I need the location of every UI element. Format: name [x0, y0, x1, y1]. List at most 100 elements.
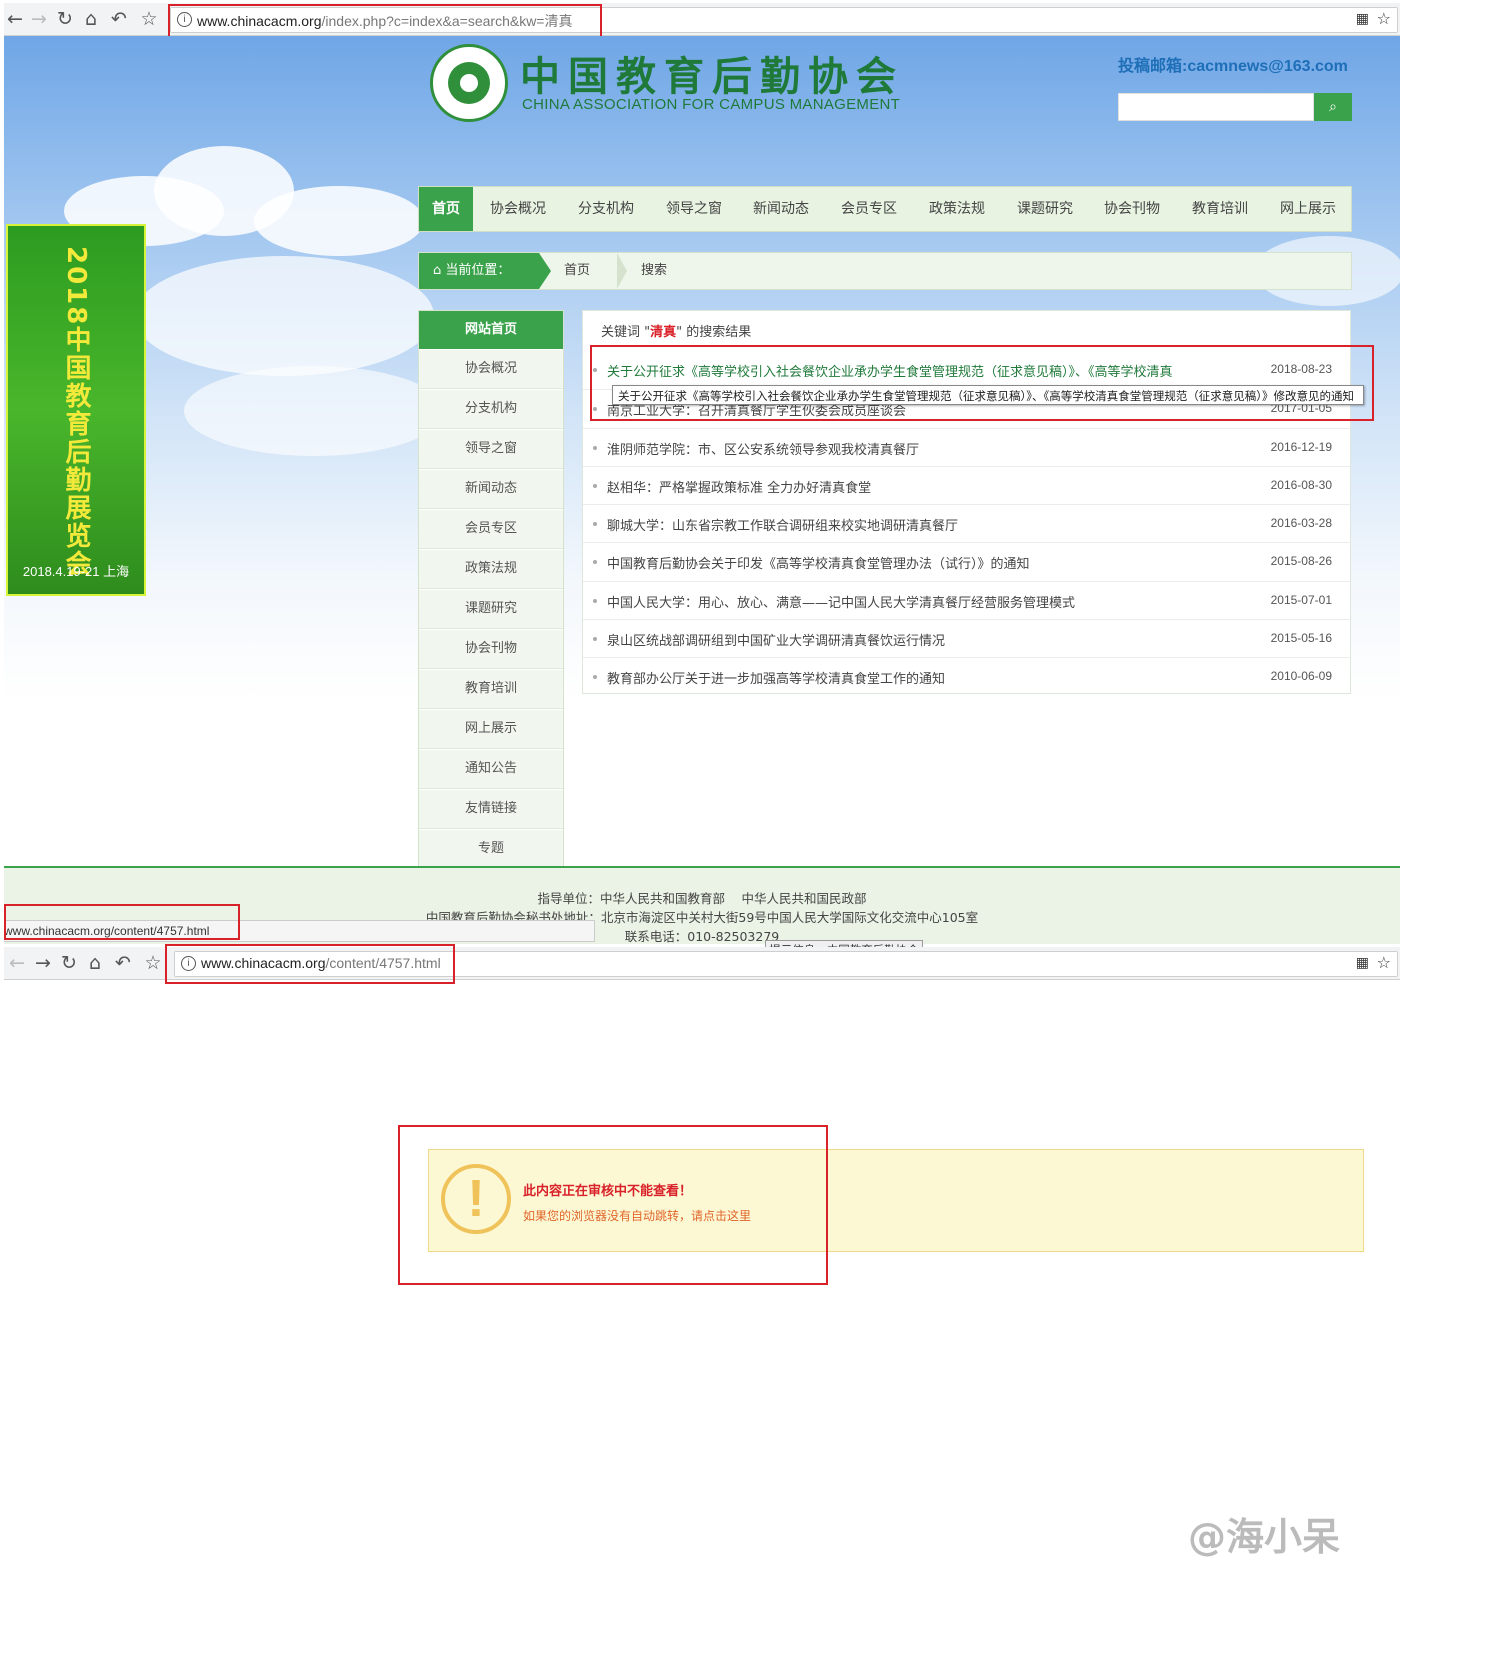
reload-icon[interactable]: ↻ — [58, 952, 80, 974]
banner-date: 2018.4.19-21 上海 — [22, 564, 130, 579]
result-date: 2016-03-28 — [1270, 516, 1332, 530]
nav-item[interactable]: 领导之窗 — [666, 187, 722, 231]
review-notice: ! 此内容正在审核中不能查看！ 如果您的浏览器没有自动跳转，请点击这里 — [428, 1149, 1364, 1252]
sidebar-item[interactable]: 分支机构 — [419, 389, 563, 429]
breadcrumb: ⌂ 当前位置： 首页 搜索 — [418, 252, 1352, 290]
redirect-link[interactable]: 如果您的浏览器没有自动跳转，请点击这里 — [523, 1207, 751, 1224]
nav-item[interactable]: 政策法规 — [929, 187, 985, 231]
nav-item[interactable]: 协会概况 — [490, 187, 546, 231]
sidebar-item[interactable]: 教育培训 — [419, 669, 563, 709]
link-tooltip: 关于公开征求《高等学校引入社会餐饮企业承办学生食堂管理规范（征求意见稿）》、《高… — [612, 385, 1364, 405]
browser-toolbar-1: ← → ↻ ⌂ ↶ ☆ i www.chinacacm.org/index.ph… — [4, 3, 1400, 36]
undo-icon[interactable]: ↶ — [108, 8, 130, 30]
reload-icon[interactable]: ↻ — [54, 8, 76, 30]
result-date: 2016-08-30 — [1270, 478, 1332, 492]
sidebar-item[interactable]: 友情链接 — [419, 789, 563, 829]
result-title[interactable]: 中国教育后勤协会关于印发《高等学校清真食堂管理办法（试行）》的通知 — [607, 553, 1030, 572]
home-icon[interactable]: ⌂ — [80, 8, 102, 30]
sidebar-item[interactable]: 新闻动态 — [419, 469, 563, 509]
result-row[interactable]: 中国教育后勤协会关于印发《高等学校清真食堂管理办法（试行）》的通知 2015-08… — [583, 542, 1350, 581]
result-date: 2015-07-01 — [1270, 593, 1332, 607]
home-icon[interactable]: ⌂ — [84, 952, 106, 974]
undo-icon[interactable]: ↶ — [112, 952, 134, 974]
nav-item[interactable]: 会员专区 — [841, 187, 897, 231]
sidebar-item[interactable]: 通知公告 — [419, 749, 563, 789]
result-title[interactable]: 关于公开征求《高等学校引入社会餐饮企业承办学生食堂管理规范（征求意见稿）》、《高… — [607, 361, 1173, 380]
browser-toolbar-2: ← → ↻ ⌂ ↶ ☆ i www.chinacacm.org/content/… — [4, 947, 1400, 980]
notice-title: 此内容正在审核中不能查看！ — [523, 1184, 693, 1199]
sidebar-item[interactable]: 网上展示 — [419, 709, 563, 749]
nav-item[interactable]: 教育培训 — [1192, 187, 1248, 231]
sidebar-item[interactable]: 课题研究 — [419, 589, 563, 629]
expo-banner[interactable]: 2018中国教育后勤展览会 2018.4.19-21 上海 — [6, 224, 146, 596]
result-row[interactable]: 淮阴师范学院：市、区公安系统领导参观我校清真餐厅 2016-12-19 — [583, 428, 1350, 467]
site-search-input[interactable] — [1118, 93, 1314, 121]
bookmark-star-icon[interactable]: ☆ — [138, 8, 160, 30]
star-icon[interactable]: ☆ — [1377, 953, 1391, 972]
result-title[interactable]: 赵相华：严格掌握政策标准 全力办好清真食堂 — [607, 477, 871, 496]
address-bar[interactable]: i www.chinacacm.org/content/4757.html ▦ … — [174, 951, 1398, 977]
sidebar-item[interactable]: 会员专区 — [419, 509, 563, 549]
result-title[interactable]: 淮阴师范学院：市、区公安系统领导参观我校清真餐厅 — [607, 439, 919, 458]
sidebar-item[interactable]: 政策法规 — [419, 549, 563, 589]
site-title-cn: 中国教育后勤协会 — [520, 53, 904, 100]
banner-title: 2018中国教育后勤展览会 — [61, 246, 91, 579]
back-icon[interactable]: ← — [6, 952, 28, 974]
site-title-en: CHINA ASSOCIATION FOR CAMPUS MANAGEMENT — [522, 96, 901, 113]
sidebar-item[interactable]: 协会概况 — [419, 349, 563, 389]
nav-item[interactable]: 网上展示 — [1280, 187, 1336, 231]
result-date: 2010-06-09 — [1270, 669, 1332, 683]
sidebar-item[interactable]: 协会刊物 — [419, 629, 563, 669]
result-row[interactable]: 教育部办公厅关于进一步加强高等学校清真食堂工作的通知 2010-06-09 — [583, 657, 1350, 696]
address-bar[interactable]: i www.chinacacm.org/index.php?c=index&a=… — [170, 7, 1398, 33]
nav-item[interactable]: 新闻动态 — [753, 187, 809, 231]
home-icon: ⌂ — [433, 263, 446, 278]
address-url: www.chinacacm.org/index.php?c=index&a=se… — [197, 13, 573, 29]
info-icon[interactable]: i — [181, 956, 196, 971]
qr-code-icon[interactable]: ▦ — [1356, 11, 1369, 27]
search-icon: ⌕ — [1329, 99, 1337, 115]
status-bar-url: www.chinacacm.org/content/4757.html — [4, 920, 595, 942]
result-title[interactable]: 教育部办公厅关于进一步加强高等学校清真食堂工作的通知 — [607, 668, 945, 687]
sidebar: 网站首页 协会概况 分支机构 领导之窗 新闻动态 会员专区 政策法规 课题研究 … — [418, 310, 564, 870]
forward-icon[interactable]: → — [28, 8, 50, 30]
result-date: 2018-08-23 — [1270, 362, 1332, 376]
result-row[interactable]: 赵相华：严格掌握政策标准 全力办好清真食堂 2016-08-30 — [583, 466, 1350, 505]
result-date: 2015-05-16 — [1270, 631, 1332, 645]
sidebar-item[interactable]: 专题 — [419, 829, 563, 869]
qr-code-icon[interactable]: ▦ — [1356, 955, 1369, 971]
footer-sponsors: 指导单位：中华人民共和国教育部 中华人民共和国民政部 — [537, 891, 867, 906]
submission-email: 投稿邮箱:cacmnews@163.com — [1118, 58, 1348, 75]
search-button[interactable]: ⌕ — [1314, 93, 1352, 121]
result-row[interactable]: 关于公开征求《高等学校引入社会餐饮企业承办学生食堂管理规范（征求意见稿）》、《高… — [583, 351, 1350, 389]
result-date: 2015-08-26 — [1270, 554, 1332, 568]
result-title[interactable]: 泉山区统战部调研组到中国矿业大学调研清真餐饮运行情况 — [607, 630, 945, 649]
search-keyword-line: 关键词 "清真" 的搜索结果 — [601, 325, 752, 340]
nav-item[interactable]: 课题研究 — [1017, 187, 1073, 231]
breadcrumb-search: 搜索 — [641, 263, 668, 278]
watermark: @海小呆 — [1188, 1515, 1341, 1559]
result-row[interactable]: 聊城大学：山东省宗教工作联合调研组来校实地调研清真餐厅 2016-03-28 — [583, 504, 1350, 543]
search-results: 关键词 "清真" 的搜索结果 关于公开征求《高等学校引入社会餐饮企业承办学生食堂… — [582, 310, 1351, 694]
result-row[interactable]: 泉山区统战部调研组到中国矿业大学调研清真餐饮运行情况 2015-05-16 — [583, 619, 1350, 658]
breadcrumb-home[interactable]: 首页 — [564, 253, 590, 289]
sidebar-item[interactable]: 领导之窗 — [419, 429, 563, 469]
warning-icon: ! — [441, 1164, 511, 1234]
result-row[interactable]: 中国人民大学：用心、放心、满意——记中国人民大学清真餐厅经营服务管理模式 2015… — [583, 581, 1350, 620]
association-logo[interactable] — [430, 44, 508, 122]
address-url: www.chinacacm.org/content/4757.html — [201, 955, 441, 971]
result-title[interactable]: 中国人民大学：用心、放心、满意——记中国人民大学清真餐厅经营服务管理模式 — [607, 592, 1075, 611]
forward-icon[interactable]: → — [32, 952, 54, 974]
sidebar-header[interactable]: 网站首页 — [419, 311, 563, 349]
result-date: 2016-12-19 — [1270, 440, 1332, 454]
breadcrumb-label: ⌂ 当前位置： — [419, 253, 539, 289]
info-icon[interactable]: i — [177, 12, 192, 27]
star-icon[interactable]: ☆ — [1377, 9, 1391, 28]
nav-item[interactable]: 协会刊物 — [1104, 187, 1160, 231]
back-icon[interactable]: ← — [4, 8, 26, 30]
nav-item[interactable]: 分支机构 — [578, 187, 634, 231]
nav-home[interactable]: 首页 — [419, 187, 473, 231]
bookmark-star-icon[interactable]: ☆ — [142, 952, 164, 974]
result-title[interactable]: 聊城大学：山东省宗教工作联合调研组来校实地调研清真餐厅 — [607, 515, 958, 534]
main-nav: 首页 协会概况 分支机构 领导之窗 新闻动态 会员专区 政策法规 课题研究 协会… — [418, 186, 1352, 232]
